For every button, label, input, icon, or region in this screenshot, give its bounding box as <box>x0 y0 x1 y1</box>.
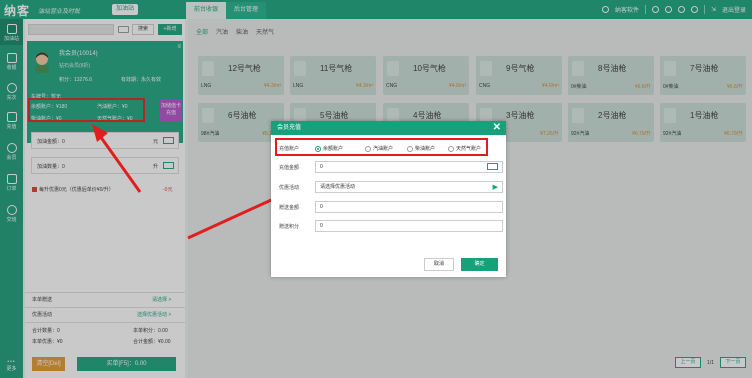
offer-row: 优惠活动 请选择优惠活动 ▶ <box>277 181 503 193</box>
amount-label: 充值金额 <box>279 165 300 171</box>
gift-points-label: 赠送积分 <box>279 224 300 230</box>
dialog-title: 会员充值 <box>277 125 302 131</box>
offer-select[interactable]: 请选择优惠活动 <box>315 181 503 193</box>
keyboard-icon[interactable] <box>487 163 498 170</box>
gift-amount-input[interactable]: 0 <box>315 201 503 213</box>
gift-points-row: 赠送积分 0 <box>277 220 503 232</box>
offer-label: 优惠活动 <box>279 185 300 191</box>
close-icon[interactable]: ✕ <box>493 122 501 134</box>
member-recharge-dialog: 会员充值 ✕ 充值账户 余额账户 汽油账户 柴油账户 天然气账户 充值金额 0 … <box>271 121 506 277</box>
caret-right-icon[interactable]: ▶ <box>493 183 498 191</box>
highlight-box <box>275 138 488 156</box>
amount-input[interactable]: 0 <box>315 161 503 173</box>
confirm-button[interactable]: 确定 <box>461 258 498 271</box>
gift-amount-row: 赠送金额 0 <box>277 201 503 213</box>
amount-row: 充值金额 0 <box>277 161 503 173</box>
gift-points-input[interactable]: 0 <box>315 220 503 232</box>
cancel-button[interactable]: 取消 <box>424 258 454 271</box>
gift-amount-label: 赠送金额 <box>279 205 300 211</box>
dialog-header: 会员充值 ✕ <box>271 121 506 135</box>
